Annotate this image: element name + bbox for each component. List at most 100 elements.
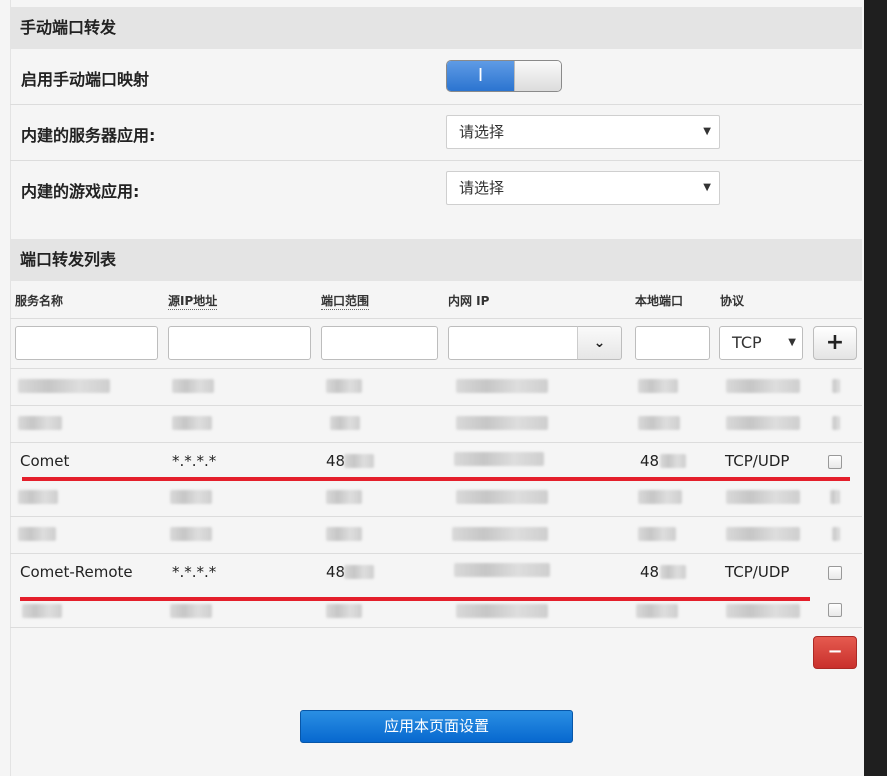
divider	[10, 627, 862, 628]
divider	[10, 553, 862, 554]
game-app-select[interactable]: 请选择 ▼	[446, 171, 720, 205]
service-name-input[interactable]	[15, 326, 158, 360]
row-select-checkbox[interactable]	[828, 603, 842, 617]
local-port-cell: 48	[640, 563, 660, 581]
divider	[10, 104, 862, 105]
game-app-select-value: 请选择	[459, 179, 505, 197]
row-select-checkbox[interactable]	[828, 566, 842, 580]
protocol-cell: TCP/UDP	[725, 452, 790, 470]
obscured-cell	[170, 604, 212, 618]
obscured-cell	[660, 565, 686, 579]
port-range-cell: 48	[326, 452, 346, 470]
divider	[10, 368, 862, 369]
obscured-cell	[638, 416, 680, 430]
protocol-select[interactable]: TCP ▼	[719, 326, 803, 360]
port-forward-list-header: 端口转发列表	[10, 239, 862, 281]
obscured-cell	[326, 604, 362, 618]
col-service-name: 服务名称	[15, 294, 64, 308]
obscured-cell	[452, 527, 548, 541]
col-protocol: 协议	[720, 294, 745, 308]
dropdown-arrow-icon: ▼	[703, 126, 711, 137]
divider	[10, 160, 862, 161]
col-source-ip: 源IP地址	[168, 294, 218, 310]
col-local-port: 本地端口	[635, 294, 684, 308]
chevron-down-icon: ⌄	[593, 335, 606, 351]
toggle-off-side	[514, 61, 561, 91]
obscured-cell	[726, 604, 800, 618]
enable-manual-mapping-label: 启用手动端口映射	[21, 70, 150, 89]
obscured-cell	[830, 490, 840, 504]
obscured-cell	[638, 527, 676, 541]
plus-icon: +	[825, 330, 845, 355]
obscured-cell	[726, 416, 800, 430]
obscured-cell	[832, 416, 840, 430]
manual-port-forward-header: 手动端口转发	[10, 7, 862, 49]
obscured-cell	[454, 452, 544, 466]
dropdown-arrow-icon: ▼	[703, 182, 711, 193]
delete-selected-button[interactable]: −	[813, 636, 857, 669]
obscured-cell	[638, 379, 678, 393]
divider	[10, 516, 862, 517]
source-ip-input[interactable]	[168, 326, 311, 360]
col-port-range: 端口范围	[321, 294, 370, 310]
server-app-select-value: 请选择	[459, 123, 505, 141]
obscured-cell	[172, 416, 212, 430]
minus-icon: −	[827, 641, 843, 662]
obscured-cell	[170, 490, 212, 504]
obscured-cell	[18, 490, 58, 504]
obscured-cell	[22, 604, 62, 618]
highlight-underline	[22, 477, 850, 481]
lan-ip-dropdown-button[interactable]: ⌄	[577, 326, 622, 360]
obscured-cell	[18, 379, 110, 393]
obscured-cell	[660, 454, 686, 468]
col-lan-ip: 内网 IP	[448, 294, 490, 308]
obscured-cell	[456, 490, 548, 504]
service-name-cell: Comet	[20, 452, 70, 470]
port-range-cell: 48	[326, 563, 346, 581]
enable-manual-mapping-toggle[interactable]: I	[446, 60, 562, 92]
obscured-cell	[170, 527, 212, 541]
local-port-input[interactable]	[635, 326, 710, 360]
protocol-cell: TCP/UDP	[725, 563, 790, 581]
obscured-cell	[456, 416, 548, 430]
highlight-underline	[20, 597, 810, 601]
lan-ip-input[interactable]	[448, 326, 578, 360]
server-app-label: 内建的服务器应用:	[21, 126, 156, 145]
toggle-on-indicator: I	[447, 61, 514, 91]
port-range-input[interactable]	[321, 326, 438, 360]
local-port-cell: 48	[640, 452, 660, 470]
obscured-cell	[636, 604, 678, 618]
obscured-cell	[330, 416, 360, 430]
obscured-cell	[832, 379, 840, 393]
dropdown-arrow-icon: ▼	[788, 337, 796, 348]
obscured-cell	[454, 563, 550, 577]
game-app-label: 内建的游戏应用:	[21, 182, 140, 201]
obscured-cell	[726, 527, 800, 541]
protocol-select-value: TCP	[732, 333, 762, 352]
divider	[10, 442, 862, 443]
add-rule-button[interactable]: +	[813, 326, 857, 360]
obscured-cell	[172, 379, 214, 393]
obscured-cell	[726, 379, 800, 393]
obscured-cell	[638, 490, 682, 504]
obscured-cell	[344, 454, 374, 468]
source-ip-cell: *.*.*.*	[172, 563, 217, 581]
source-ip-cell: *.*.*.*	[172, 452, 217, 470]
divider	[10, 405, 862, 406]
obscured-cell	[726, 490, 800, 504]
obscured-cell	[832, 527, 840, 541]
obscured-cell	[326, 379, 362, 393]
obscured-cell	[456, 604, 548, 618]
divider	[10, 318, 862, 319]
apply-settings-button[interactable]: 应用本页面设置	[300, 710, 573, 743]
window-edge	[864, 0, 887, 776]
row-select-checkbox[interactable]	[828, 455, 842, 469]
obscured-cell	[326, 527, 362, 541]
obscured-cell	[344, 565, 374, 579]
obscured-cell	[18, 527, 56, 541]
server-app-select[interactable]: 请选择 ▼	[446, 115, 720, 149]
obscured-cell	[18, 416, 62, 430]
obscured-cell	[326, 490, 362, 504]
service-name-cell: Comet-Remote	[20, 563, 133, 581]
obscured-cell	[456, 379, 548, 393]
